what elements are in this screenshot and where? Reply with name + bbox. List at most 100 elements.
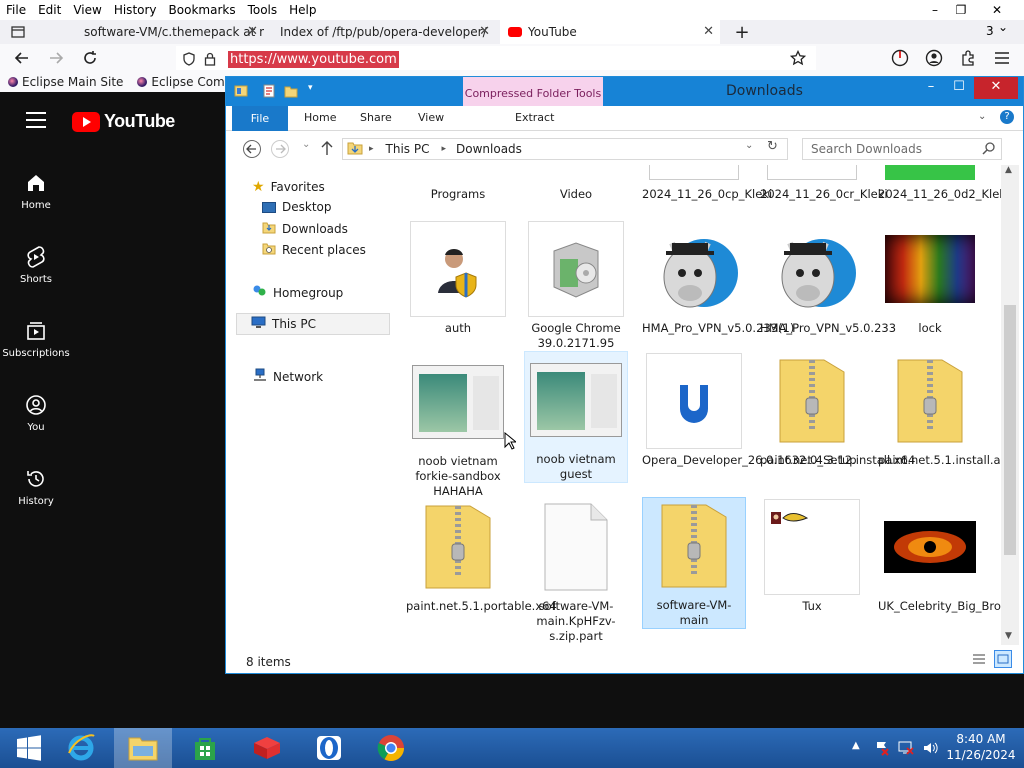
nav-downloads[interactable]: Downloads xyxy=(262,221,348,237)
taskbar-app-redbox[interactable] xyxy=(238,728,296,768)
close-icon[interactable]: ✕ xyxy=(703,24,714,39)
breadcrumb-downloads[interactable]: Downloads xyxy=(456,142,522,156)
taskbar-chrome[interactable] xyxy=(362,728,420,768)
close-button[interactable]: ✕ xyxy=(974,77,1018,99)
new-tab-button[interactable]: + xyxy=(730,20,754,44)
taskbar-opera-developer[interactable] xyxy=(300,728,358,768)
file-item[interactable]: 2024_11_26_0d2_Kleki xyxy=(878,165,1002,202)
file-item[interactable]: HMA_Pro_VPN_v5.0.233 xyxy=(760,221,896,336)
menu-file[interactable]: File xyxy=(0,0,32,20)
file-item[interactable]: paint.net.4.3.12.install.x64 xyxy=(760,353,915,468)
tab-software-vm[interactable]: software-VM/c.themepack at m ✕ xyxy=(70,20,264,44)
scroll-up-arrow-icon[interactable]: ▲ xyxy=(1005,165,1012,175)
url-text[interactable]: https://www.youtube.com xyxy=(228,51,399,68)
file-item[interactable]: software-VM-main xyxy=(642,497,746,629)
tab-count[interactable]: 3 xyxy=(986,24,994,38)
guide-menu-icon[interactable] xyxy=(26,112,46,128)
nav-recent-places[interactable]: Recent places xyxy=(262,242,366,258)
ribbon-tab-view[interactable]: View xyxy=(418,111,444,124)
menu-history[interactable]: History xyxy=(108,0,163,20)
url-bar[interactable]: https://www.youtube.com xyxy=(176,46,816,70)
start-button[interactable] xyxy=(0,728,58,768)
extension-power-icon[interactable] xyxy=(888,46,912,70)
file-item[interactable]: noob vietnam forkie-sandbox HAHAHA xyxy=(406,353,510,500)
file-item[interactable]: software-VM-main.KpHFzv-s.zip.part xyxy=(524,499,628,644)
large-icons-view-icon[interactable] xyxy=(994,650,1012,668)
chevron-down-icon[interactable]: ⌄ xyxy=(978,111,986,122)
back-button[interactable] xyxy=(10,46,34,70)
bookmark-eclipse-main-site[interactable]: Eclipse Main Site xyxy=(8,75,123,89)
yt-nav-history[interactable]: History xyxy=(0,466,72,507)
new-folder-quick-icon[interactable] xyxy=(284,83,298,102)
ribbon-tab-extract[interactable]: Extract xyxy=(515,111,554,124)
bookmark-star-icon[interactable] xyxy=(789,49,807,70)
taskbar-store[interactable] xyxy=(176,728,234,768)
customize-quick-access-icon[interactable]: ▾ xyxy=(308,83,313,93)
network-status-icon[interactable] xyxy=(898,740,914,760)
volume-icon[interactable] xyxy=(922,740,938,760)
ribbon-tab-file[interactable]: File xyxy=(232,106,288,131)
chevron-right-icon[interactable]: ▸ xyxy=(369,144,374,154)
up-button[interactable] xyxy=(320,139,334,161)
taskbar-clock[interactable]: 8:40 AM 11/26/2024 xyxy=(938,731,1024,763)
ribbon-tab-share[interactable]: Share xyxy=(360,111,392,124)
account-icon[interactable] xyxy=(922,46,946,70)
vertical-scrollbar[interactable]: ▲ ▼ xyxy=(1001,165,1019,645)
extensions-puzzle-icon[interactable] xyxy=(956,46,980,70)
yt-nav-subscriptions[interactable]: Subscriptions xyxy=(0,318,72,359)
restore-button[interactable]: ❐ xyxy=(944,0,978,20)
lock-icon[interactable] xyxy=(204,51,216,70)
file-item[interactable]: Tux xyxy=(760,499,864,614)
file-item[interactable]: Video xyxy=(524,165,628,202)
shield-icon[interactable] xyxy=(182,51,196,70)
maximize-button[interactable]: ☐ xyxy=(944,77,974,99)
file-item[interactable]: HMA_Pro_VPN_v5.0.233(1) xyxy=(642,221,794,336)
file-item[interactable]: 2024_11_26_0cr_Kleki xyxy=(760,165,888,202)
hamburger-menu-icon[interactable] xyxy=(990,46,1014,70)
minimize-button[interactable]: – xyxy=(916,77,946,99)
taskbar-internet-explorer[interactable] xyxy=(52,728,110,768)
menu-tools[interactable]: Tools xyxy=(242,0,284,20)
file-item[interactable]: UK_Celebrity_Big_Brother_7_logo xyxy=(878,499,1002,614)
file-item[interactable]: Google Chrome 39.0.2171.95 xyxy=(524,221,628,351)
details-view-icon[interactable] xyxy=(972,653,986,668)
file-item[interactable]: auth xyxy=(406,221,510,336)
explorer-titlebar[interactable]: ▾ Compressed Folder Tools Downloads – ☐ … xyxy=(226,77,1023,106)
youtube-logo[interactable]: YouTube xyxy=(72,111,175,132)
action-center-flag-icon[interactable] xyxy=(874,740,890,760)
file-item[interactable]: paint.net.5.1.install.anycpu.web xyxy=(878,353,1002,468)
reload-button[interactable] xyxy=(78,46,102,70)
file-item[interactable]: noob vietnam guest xyxy=(524,351,628,483)
scroll-thumb[interactable] xyxy=(1004,305,1016,555)
nav-network[interactable]: Network xyxy=(252,368,323,385)
tab-youtube[interactable]: YouTube ✕ xyxy=(500,20,720,44)
tab-list-icon[interactable] xyxy=(6,20,30,44)
menu-view[interactable]: View xyxy=(67,0,107,20)
nav-favorites[interactable]: ★ Favorites xyxy=(252,179,325,195)
nav-homegroup[interactable]: Homegroup xyxy=(252,284,343,301)
scroll-down-arrow-icon[interactable]: ▼ xyxy=(1005,631,1012,641)
recent-locations-icon[interactable]: ⌄ xyxy=(302,139,310,150)
file-item[interactable]: lock xyxy=(878,221,982,336)
forward-button[interactable] xyxy=(44,46,68,70)
search-input[interactable]: Search Downloads xyxy=(802,138,1002,160)
file-item[interactable]: 2024_11_26_0cp_Kleki xyxy=(642,165,772,202)
refresh-icon[interactable]: ↻ xyxy=(767,139,778,154)
close-button[interactable]: ✕ xyxy=(980,0,1014,20)
tab-ftp-index[interactable]: Index of /ftp/pub/opera-developer/ ✕ xyxy=(266,20,496,44)
yt-nav-you[interactable]: You xyxy=(0,392,72,433)
ribbon-tab-home[interactable]: Home xyxy=(304,111,336,124)
menu-help[interactable]: Help xyxy=(283,0,322,20)
breadcrumb-this-pc[interactable]: This PC xyxy=(386,142,430,156)
file-item[interactable]: Opera_Developer_26.0.1632.0_Setup xyxy=(642,353,857,468)
back-button[interactable] xyxy=(242,139,262,163)
menu-edit[interactable]: Edit xyxy=(32,0,67,20)
nav-desktop[interactable]: Desktop xyxy=(262,200,332,214)
address-history-icon[interactable]: ⌄ xyxy=(745,140,753,151)
show-hidden-icons-icon[interactable]: ▲ xyxy=(852,740,860,751)
yt-nav-home[interactable]: Home xyxy=(0,170,72,211)
chevron-right-icon[interactable]: ▸ xyxy=(441,144,446,154)
close-icon[interactable]: ✕ xyxy=(247,24,258,39)
properties-quick-icon[interactable] xyxy=(262,83,276,102)
compressed-folder-tools-tab[interactable]: Compressed Folder Tools xyxy=(463,77,603,106)
